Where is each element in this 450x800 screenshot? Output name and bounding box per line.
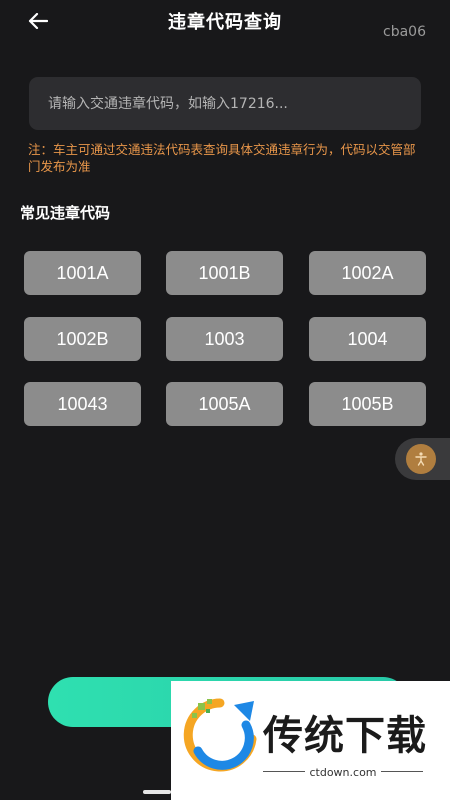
corner-tag: cba06 (383, 24, 426, 40)
code-button-1002a[interactable]: 1002A (309, 251, 426, 295)
code-button-1003[interactable]: 1003 (166, 317, 283, 361)
violation-code-input[interactable] (29, 77, 421, 130)
code-button-10043[interactable]: 10043 (24, 382, 141, 426)
home-indicator (143, 790, 171, 794)
watermark-url: ctdown.com (263, 766, 423, 779)
code-button-1005b[interactable]: 1005B (309, 382, 426, 426)
code-button-1004[interactable]: 1004 (309, 317, 426, 361)
watermark-overlay: 传统下载 ctdown.com (171, 681, 450, 800)
code-button-1001b[interactable]: 1001B (166, 251, 283, 295)
code-button-1001a[interactable]: 1001A (24, 251, 141, 295)
floating-assist-button[interactable] (395, 438, 450, 480)
code-button-1002b[interactable]: 1002B (24, 317, 141, 361)
watermark-url-text: ctdown.com (305, 766, 381, 779)
code-button-1005a[interactable]: 1005A (166, 382, 283, 426)
accessibility-icon (406, 444, 436, 474)
header: 违章代码查询 cba06 (0, 0, 450, 44)
watermark-logo-icon (183, 698, 257, 772)
watermark-title: 传统下载 (263, 713, 427, 759)
section-title: 常见违章代码 (20, 204, 111, 222)
note-text: 注：车主可通过交通违法代码表查询具体交通违章行为，代码以交管部门发布为准 (28, 142, 416, 174)
screen: 违章代码查询 cba06 注：车主可通过交通违法代码表查询具体交通违章行为，代码… (0, 0, 450, 800)
